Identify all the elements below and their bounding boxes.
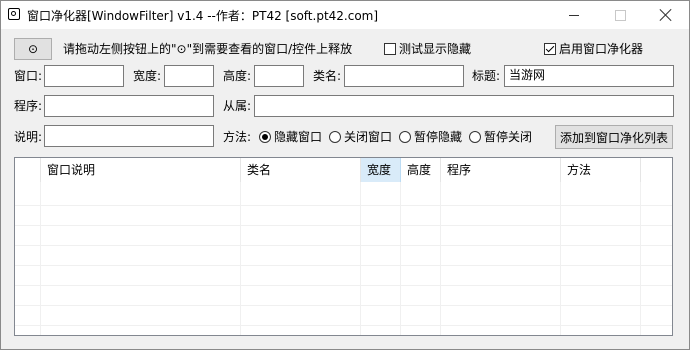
method-close-label: 关闭窗口 xyxy=(344,130,393,144)
window-title: 窗口净化器[WindowFilter] v1.4 --作者：PT42 [soft… xyxy=(27,9,379,23)
add-to-list-button[interactable]: 添加到窗口净化列表 xyxy=(555,125,673,149)
window-label: 窗口: xyxy=(14,69,43,83)
close-button[interactable] xyxy=(643,1,689,29)
method-radio-pause-hide[interactable]: 暂停隐藏 xyxy=(399,127,462,147)
program-label: 程序: xyxy=(14,99,43,113)
maximize-button xyxy=(597,1,643,29)
grid-line xyxy=(15,205,672,206)
grid-line xyxy=(15,245,672,246)
table-header: 窗口说明 类名 宽度 高度 程序 方法 xyxy=(15,158,672,182)
owner-label: 从属: xyxy=(223,99,252,113)
column-header-class[interactable]: 类名 xyxy=(241,158,361,182)
method-pause-close-label: 暂停关闭 xyxy=(484,130,533,144)
title-field[interactable]: 当游网 xyxy=(504,65,674,87)
method-hide-label: 隐藏窗口 xyxy=(274,130,323,144)
height-field[interactable] xyxy=(254,65,304,87)
column-header-width[interactable]: 宽度 xyxy=(361,158,401,182)
title-bar[interactable]: 窗口净化器[WindowFilter] v1.4 --作者：PT42 [soft… xyxy=(1,1,689,29)
height-label: 高度: xyxy=(223,69,252,83)
description-field[interactable] xyxy=(44,125,214,147)
title-label: 标题: xyxy=(472,69,501,83)
width-label: 宽度: xyxy=(133,69,162,83)
minimize-button[interactable] xyxy=(551,1,597,29)
target-icon: ⊙ xyxy=(27,42,39,56)
grid-line xyxy=(15,325,672,326)
owner-field[interactable] xyxy=(254,95,674,117)
checkbox-checked-icon xyxy=(544,43,556,55)
grid-line xyxy=(15,265,672,266)
app-icon xyxy=(8,8,20,20)
grid-line xyxy=(15,305,672,306)
filter-list-table[interactable]: 窗口说明 类名 宽度 高度 程序 方法 xyxy=(14,157,673,336)
show-hidden-label: 测试显示隐藏 xyxy=(399,42,472,56)
drag-target-button[interactable]: ⊙ xyxy=(14,38,52,60)
method-label: 方法: xyxy=(223,130,252,144)
method-radio-pause-close[interactable]: 暂停关闭 xyxy=(469,127,532,147)
class-name-field[interactable] xyxy=(344,65,464,87)
column-header-height[interactable]: 高度 xyxy=(401,158,441,182)
grid-line xyxy=(15,285,672,286)
radio-icon xyxy=(329,131,341,143)
column-header-blank[interactable] xyxy=(15,158,41,182)
show-hidden-checkbox[interactable]: 测试显示隐藏 xyxy=(384,39,471,59)
method-radio-close[interactable]: 关闭窗口 xyxy=(329,127,392,147)
minimize-icon xyxy=(569,14,579,16)
main-window: 窗口净化器[WindowFilter] v1.4 --作者：PT42 [soft… xyxy=(0,0,690,350)
instruction-text: 请拖动左侧按钮上的"⊙"到需要查看的窗口/控件上释放 xyxy=(63,42,353,56)
column-header-method[interactable]: 方法 xyxy=(561,158,641,182)
column-header-program[interactable]: 程序 xyxy=(441,158,561,182)
maximize-icon xyxy=(614,9,626,21)
class-label: 类名: xyxy=(313,69,342,83)
method-pause-hide-label: 暂停隐藏 xyxy=(414,130,463,144)
checkbox-box xyxy=(384,43,396,55)
grid-line xyxy=(15,225,672,226)
enable-filter-label: 启用窗口净化器 xyxy=(559,42,644,56)
column-header-desc[interactable]: 窗口说明 xyxy=(41,158,241,182)
window-handle-field[interactable] xyxy=(44,65,124,87)
close-icon xyxy=(660,9,672,21)
radio-icon xyxy=(469,131,481,143)
radio-icon xyxy=(399,131,411,143)
radio-selected-icon xyxy=(259,131,271,143)
method-radio-hide[interactable]: 隐藏窗口 xyxy=(259,127,322,147)
width-field[interactable] xyxy=(164,65,214,87)
program-field[interactable] xyxy=(44,95,214,117)
enable-filter-checkbox[interactable]: 启用窗口净化器 xyxy=(544,39,643,59)
desc-label: 说明: xyxy=(14,130,43,144)
